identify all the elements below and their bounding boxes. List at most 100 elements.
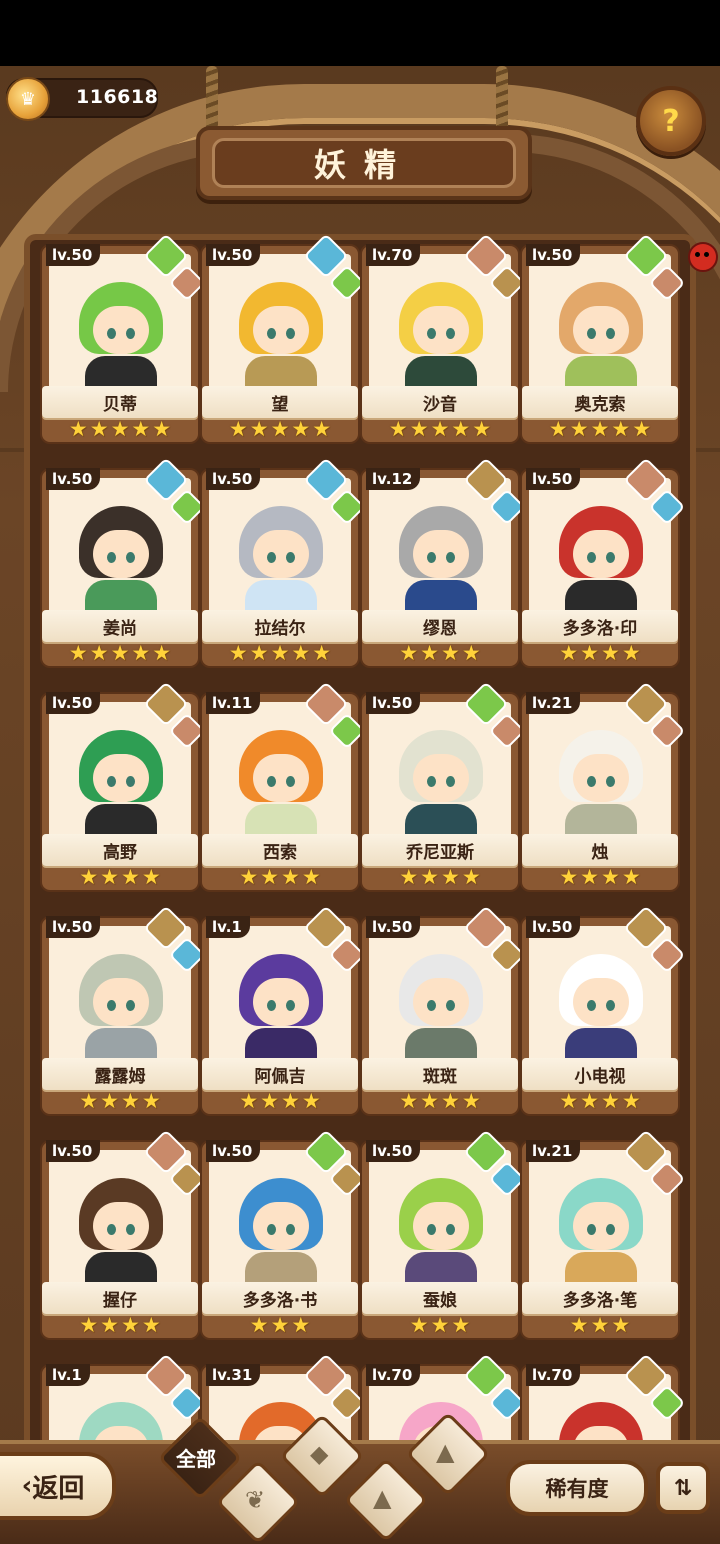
star-icon: ★ (100, 1089, 119, 1113)
star-icon: ★ (388, 417, 408, 441)
fairy-stars: ★ ★ ★ ★ (362, 866, 518, 888)
star-icon: ★ (548, 417, 568, 441)
fairy-card[interactable]: lv.50 蚕娘 ★ ★ ★ (360, 1129, 526, 1340)
fairy-portrait-frame (369, 1150, 511, 1290)
fairy-face (413, 306, 469, 354)
fairy-name: 阿佩吉 (202, 1058, 358, 1090)
fairy-portrait (549, 500, 653, 618)
help-button[interactable]: ? (636, 86, 706, 156)
star-icon: ★ (601, 641, 620, 665)
chevron-left-icon: ‹ (21, 1471, 33, 1501)
fairy-portrait-frame (369, 702, 511, 842)
fairy-name: 多多洛·笔 (522, 1282, 678, 1314)
star-icon: ★ (399, 641, 419, 665)
fairy-level: lv.50 (526, 916, 581, 938)
fairy-face (253, 530, 309, 578)
star-icon: ★ (270, 417, 290, 441)
fairy-face (93, 530, 149, 578)
sort-order-button[interactable]: ⇅ (656, 1462, 710, 1514)
fairy-portrait (229, 276, 333, 394)
fairy-name: 缪恩 (362, 610, 518, 642)
star-icon: ★ (472, 417, 492, 441)
fairy-stars: ★ ★ ★ ★ ★ (202, 418, 358, 440)
fairy-card[interactable]: lv.21 多多洛·笔 ★ ★ ★ (520, 1129, 686, 1340)
coin-counter: ♛ 116618 (6, 77, 158, 121)
star-icon: ★ (68, 417, 88, 441)
star-icon: ★ (100, 1313, 119, 1337)
fairy-level: lv.50 (46, 692, 101, 714)
fairy-name: 望 (202, 386, 358, 418)
fairy-card[interactable]: lv.50 望 ★ ★ ★ ★ ★ (200, 233, 366, 444)
fairy-level: lv.21 (526, 1140, 581, 1162)
fairy-stars: ★ ★ ★ ★ ★ (202, 642, 358, 664)
star-icon: ★ (131, 641, 151, 665)
sort-rarity-button[interactable]: 稀有度 (506, 1460, 648, 1516)
fairy-card[interactable]: lv.50 乔尼亚斯 ★ ★ ★ ★ (360, 681, 526, 892)
star-icon: ★ (312, 641, 332, 665)
star-icon: ★ (291, 417, 311, 441)
star-icon: ★ (461, 641, 481, 665)
fairy-card[interactable]: lv.1 阿佩吉 ★ ★ ★ ★ (200, 905, 366, 1116)
star-icon: ★ (590, 1313, 610, 1337)
fairy-level: lv.50 (526, 468, 581, 490)
fairy-portrait-frame (529, 478, 671, 618)
fairy-level: lv.50 (206, 1140, 261, 1162)
fairy-card[interactable]: lv.50 多多洛·书 ★ ★ ★ (200, 1129, 366, 1340)
fairy-card[interactable]: lv.11 西索 ★ ★ ★ ★ (200, 681, 366, 892)
fairy-face (413, 530, 469, 578)
star-icon: ★ (79, 1313, 99, 1337)
fairy-name: 露露姆 (42, 1058, 198, 1090)
fairy-card[interactable]: lv.70 沙音 ★ ★ ★ ★ ★ (360, 233, 526, 444)
star-icon: ★ (451, 417, 471, 441)
fairy-face (413, 754, 469, 802)
fairy-face (253, 306, 309, 354)
fairy-level: lv.11 (206, 692, 261, 714)
fairy-card[interactable]: lv.50 拉结尔 ★ ★ ★ ★ ★ (200, 457, 366, 668)
fairy-portrait-frame (49, 1150, 191, 1290)
fairy-card[interactable]: lv.50 奥克索 ★ ★ ★ ★ ★ (520, 233, 686, 444)
star-icon: ★ (559, 1089, 579, 1113)
star-icon: ★ (141, 865, 161, 889)
fairy-card[interactable]: lv.50 高野 ★ ★ ★ ★ (40, 681, 206, 892)
fairy-level: lv.70 (526, 1364, 581, 1386)
fairy-portrait (549, 948, 653, 1066)
ladybug-icon[interactable] (688, 242, 718, 272)
fairy-card[interactable]: lv.21 烛 ★ ★ ★ ★ (520, 681, 686, 892)
fairy-portrait (69, 500, 173, 618)
fairy-card[interactable]: lv.50 斑斑 ★ ★ ★ ★ (360, 905, 526, 1116)
fairy-name: 乔尼亚斯 (362, 834, 518, 866)
fairy-stars: ★ ★ ★ ★ (362, 642, 518, 664)
fairy-portrait-frame (529, 702, 671, 842)
fairy-face (253, 1202, 309, 1250)
star-icon: ★ (559, 865, 579, 889)
star-icon: ★ (249, 1313, 269, 1337)
fairy-name: 西索 (202, 834, 358, 866)
star-icon: ★ (239, 865, 259, 889)
fairy-name: 沙音 (362, 386, 518, 418)
coin-icon: ♛ (6, 77, 50, 121)
fairy-card[interactable]: lv.50 多多洛·印 ★ ★ ★ ★ (520, 457, 686, 668)
fairy-portrait-frame (209, 478, 351, 618)
star-icon: ★ (569, 1313, 589, 1337)
fairy-card[interactable]: lv.50 握仔 ★ ★ ★ ★ (40, 1129, 206, 1340)
fairy-card[interactable]: lv.50 小电视 ★ ★ ★ ★ (520, 905, 686, 1116)
fairy-level: lv.70 (366, 244, 421, 266)
star-icon: ★ (590, 417, 610, 441)
fairy-face (573, 978, 629, 1026)
star-icon: ★ (281, 865, 300, 889)
fairy-stars: ★ ★ ★ ★ (522, 642, 678, 664)
fairy-face (93, 1202, 149, 1250)
star-icon: ★ (430, 1313, 450, 1337)
fairy-face (93, 978, 149, 1026)
fairy-level: lv.50 (366, 1140, 421, 1162)
back-button[interactable]: ‹ 返回 (0, 1452, 116, 1520)
fairy-card[interactable]: lv.50 姜尚 ★ ★ ★ ★ ★ (40, 457, 206, 668)
star-icon: ★ (420, 1089, 439, 1113)
fairy-level: lv.1 (206, 916, 250, 938)
star-icon: ★ (100, 865, 119, 889)
fairy-portrait-frame (369, 926, 511, 1066)
fairy-portrait-frame (49, 702, 191, 842)
fairy-card[interactable]: lv.50 露露姆 ★ ★ ★ ★ (40, 905, 206, 1116)
fairy-card[interactable]: lv.12 缪恩 ★ ★ ★ ★ (360, 457, 526, 668)
fairy-card[interactable]: lv.50 贝蒂 ★ ★ ★ ★ ★ (40, 233, 206, 444)
